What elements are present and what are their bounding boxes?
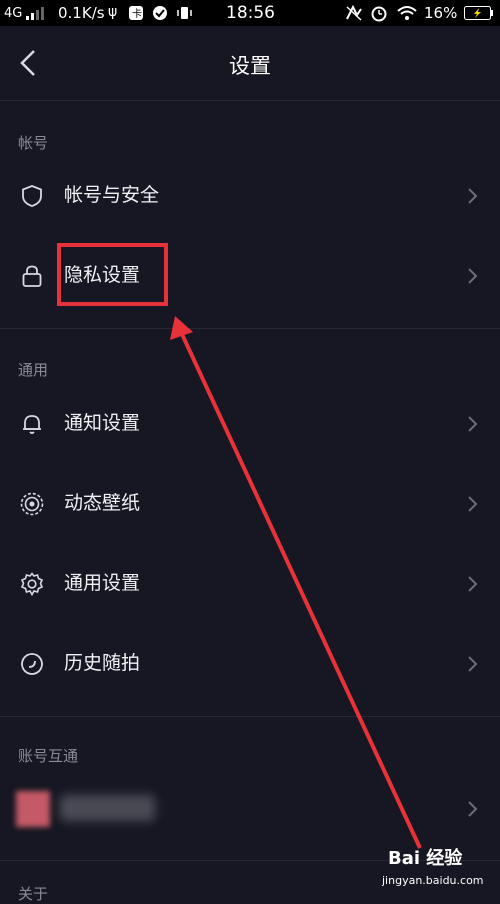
watermark-url: jingyan.baidu.com — [382, 874, 484, 887]
watermark: Bai 经验 jingyan.baidu.com — [382, 840, 500, 897]
annotation-arrow-icon — [170, 316, 422, 849]
watermark-brand: Bai 经验 — [388, 848, 463, 869]
